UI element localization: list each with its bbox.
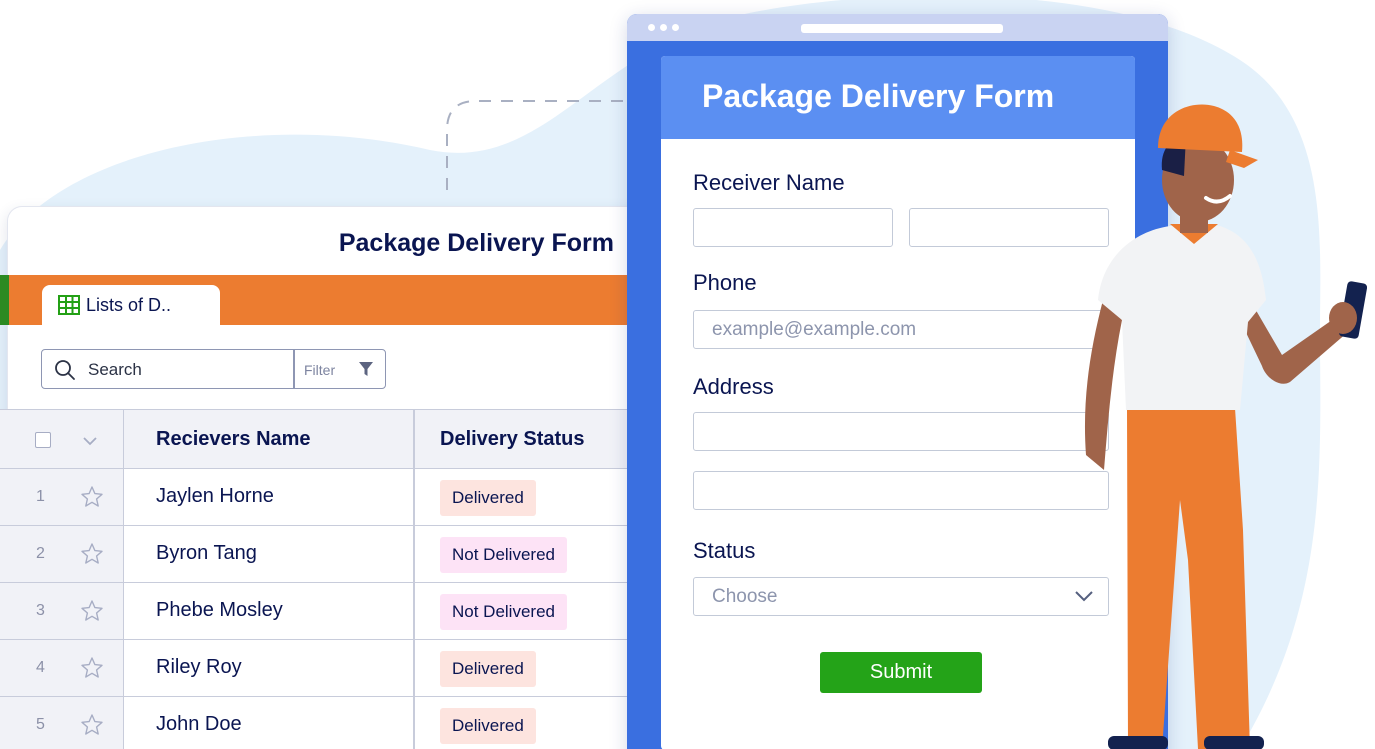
address-line2-input[interactable]	[693, 471, 1109, 510]
row-number: 4	[36, 659, 45, 676]
table-header-row: Recievers Name Delivery Status	[0, 409, 640, 469]
window-titlebar	[627, 14, 1168, 41]
table-row[interactable]: 1 Jaylen Horne Delivered	[0, 469, 640, 526]
status-label: Status	[693, 538, 756, 563]
address-label: Address	[693, 374, 774, 399]
address-bar	[801, 24, 1003, 33]
window-dot	[648, 24, 655, 31]
search-placeholder: Search	[88, 360, 142, 379]
illustration-scene: Package Delivery Form Lists of D.. Searc…	[0, 0, 1375, 749]
form-card: Package Delivery Form Receiver Name Phon…	[661, 56, 1135, 749]
index-column	[0, 640, 124, 696]
tab-lists[interactable]: Lists of D..	[42, 285, 220, 325]
first-name-input[interactable]	[693, 208, 893, 247]
index-column	[0, 410, 124, 468]
select-all-checkbox[interactable]	[35, 432, 51, 448]
table-row[interactable]: 3 Phebe Mosley Not Delivered	[0, 583, 640, 640]
status-badge: Not Delivered	[440, 537, 567, 573]
phone-input[interactable]: example@example.com	[693, 310, 1109, 349]
status-select[interactable]: Choose	[693, 577, 1109, 616]
form-header: Package Delivery Form	[661, 56, 1135, 139]
receiver-name-label: Receiver Name	[693, 170, 845, 195]
receiver-name-cell: John Doe	[156, 713, 242, 735]
window-dot	[672, 24, 679, 31]
status-selected-value: Choose	[712, 586, 778, 607]
star-icon[interactable]	[80, 656, 104, 680]
star-icon[interactable]	[80, 542, 104, 566]
table-side-stripe	[0, 275, 9, 325]
divider	[293, 350, 295, 388]
status-badge: Delivered	[440, 708, 536, 744]
search-icon	[55, 360, 75, 380]
receiver-name-cell: Jaylen Horne	[156, 485, 274, 507]
search-input[interactable]: Search Filter	[41, 349, 386, 389]
index-column	[0, 583, 124, 639]
phone-placeholder: example@example.com	[712, 319, 917, 340]
submit-button[interactable]: Submit	[820, 652, 982, 693]
column-header-status[interactable]: Delivery Status	[440, 428, 585, 451]
form-title: Package Delivery Form	[702, 78, 1055, 114]
star-icon[interactable]	[80, 713, 104, 737]
column-divider	[413, 697, 415, 749]
column-divider	[413, 583, 415, 639]
index-column	[0, 469, 124, 525]
filter-icon[interactable]	[358, 361, 374, 377]
row-number: 5	[36, 716, 45, 733]
column-divider	[413, 640, 415, 696]
courier-person-illustration	[1084, 104, 1368, 749]
address-line1-input[interactable]	[693, 412, 1109, 451]
star-icon[interactable]	[80, 599, 104, 623]
tab-label: Lists of D..	[86, 294, 172, 315]
filter-button[interactable]: Filter	[304, 362, 335, 378]
table-row[interactable]: 5 John Doe Delivered	[0, 697, 640, 749]
status-badge: Delivered	[440, 651, 536, 687]
table-row[interactable]: 2 Byron Tang Not Delivered	[0, 526, 640, 583]
table-grid-icon	[58, 295, 80, 315]
column-header-name[interactable]: Recievers Name	[156, 428, 311, 451]
phone-label: Phone	[693, 270, 757, 295]
row-number: 2	[36, 545, 45, 562]
column-divider	[413, 410, 415, 468]
column-divider	[413, 526, 415, 582]
receiver-name-cell: Riley Roy	[156, 656, 242, 678]
row-number: 1	[36, 488, 45, 505]
receiver-name-cell: Phebe Mosley	[156, 599, 283, 621]
chevron-down-icon[interactable]	[82, 436, 98, 446]
status-badge: Not Delivered	[440, 594, 567, 630]
status-badge: Delivered	[440, 480, 536, 516]
row-number: 3	[36, 602, 45, 619]
index-column	[0, 697, 124, 749]
table-title: Package Delivery Form	[338, 229, 614, 257]
table-row[interactable]: 4 Riley Roy Delivered	[0, 640, 640, 697]
index-column	[0, 526, 124, 582]
star-icon[interactable]	[80, 485, 104, 509]
column-divider	[413, 469, 415, 525]
receiver-name-cell: Byron Tang	[156, 542, 257, 564]
window-dot	[660, 24, 667, 31]
